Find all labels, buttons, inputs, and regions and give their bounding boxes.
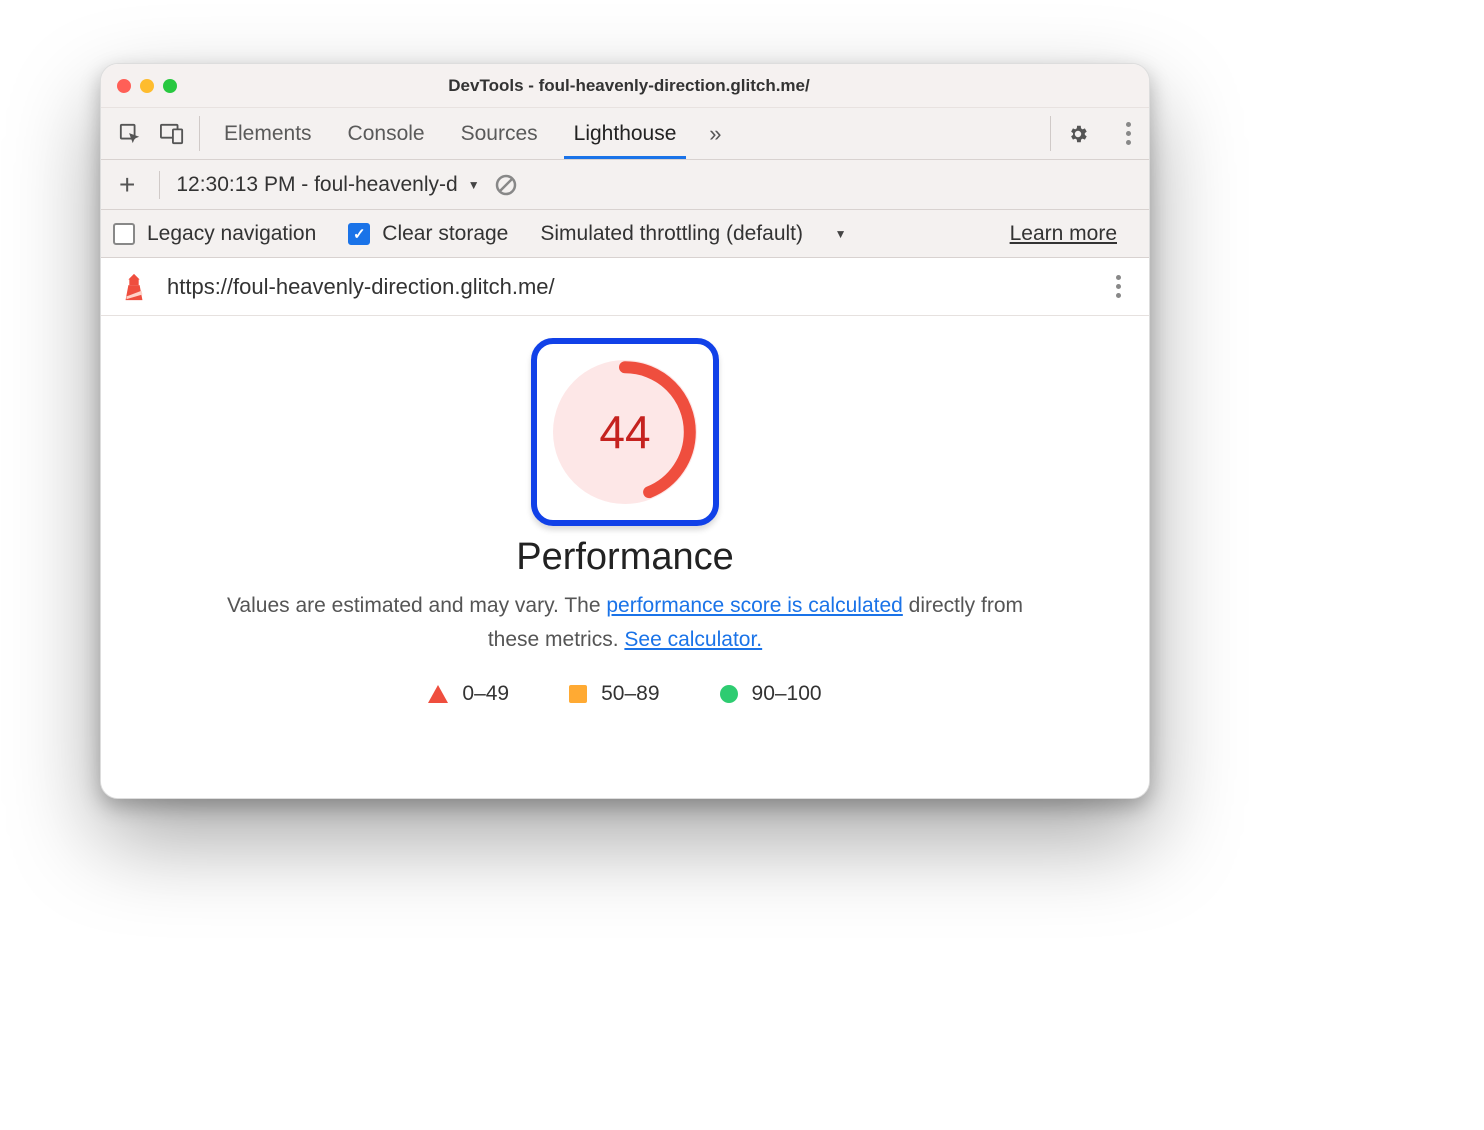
divider [159,171,160,199]
divider [1050,116,1051,151]
triangle-icon [428,685,448,703]
legacy-navigation-label: Legacy navigation [147,222,316,246]
tab-elements[interactable]: Elements [206,108,330,159]
square-icon [569,685,587,703]
legend-fail: 0–49 [428,682,509,706]
divider [199,116,200,151]
panel-tabbar: Elements Console Sources Lighthouse » [101,108,1149,160]
tab-console[interactable]: Console [330,108,443,159]
score-gauge-highlight: 44 [531,338,719,526]
report-selector-label: 12:30:13 PM - foul-heavenly-d [176,173,457,197]
legend-label: 0–49 [462,682,509,706]
clear-all-icon[interactable] [494,173,518,197]
legend-average: 50–89 [569,682,659,706]
inspect-element-icon[interactable] [109,108,151,159]
window-title: DevTools - foul-heavenly-direction.glitc… [125,76,1133,96]
score-calculated-link[interactable]: performance score is calculated [606,594,902,617]
circle-icon [720,685,738,703]
score-legend: 0–49 50–89 90–100 [428,682,821,706]
tab-label: Elements [224,122,312,146]
legend-pass: 90–100 [720,682,822,706]
chevron-down-icon: ▼ [468,178,480,192]
desc-text: Values are estimated and may vary. The [227,594,606,617]
lighthouse-icon [119,272,149,302]
report-selector-dropdown[interactable]: 12:30:13 PM - foul-heavenly-d ▼ [176,173,479,197]
performance-description: Values are estimated and may vary. The p… [215,589,1035,656]
report-header: https://foul-heavenly-direction.glitch.m… [101,258,1149,316]
tab-label: Lighthouse [574,122,677,146]
lighthouse-toolbar: + 12:30:13 PM - foul-heavenly-d ▼ [101,160,1149,210]
lighthouse-report: 44 Performance Values are estimated and … [101,316,1149,798]
tab-lighthouse[interactable]: Lighthouse [556,108,695,159]
more-tabs-icon[interactable]: » [694,108,736,159]
legend-label: 90–100 [752,682,822,706]
clear-storage-label: Clear storage [382,222,508,246]
performance-title: Performance [516,536,734,579]
see-calculator-link[interactable]: See calculator. [624,628,762,651]
performance-gauge[interactable]: 44 [553,360,697,504]
kebab-menu-icon[interactable] [1099,108,1141,159]
tab-sources[interactable]: Sources [443,108,556,159]
learn-more-link[interactable]: Learn more [1010,222,1117,246]
titlebar: DevTools - foul-heavenly-direction.glitc… [101,64,1149,108]
legend-label: 50–89 [601,682,659,706]
clear-storage-checkbox[interactable]: ✓ [348,223,370,245]
tab-label: Console [348,122,425,146]
report-url: https://foul-heavenly-direction.glitch.m… [167,274,555,300]
devtools-window: DevTools - foul-heavenly-direction.glitc… [100,63,1150,799]
chevron-down-icon: ▼ [835,227,847,241]
new-report-button[interactable]: + [111,169,143,201]
lighthouse-settings-bar: Legacy navigation ✓ Clear storage Simula… [101,210,1149,258]
throttling-label: Simulated throttling (default) [540,222,803,246]
tab-label: Sources [461,122,538,146]
report-menu-icon[interactable] [1106,267,1131,306]
throttling-dropdown[interactable]: Simulated throttling (default) ▼ [540,222,846,246]
legacy-navigation-checkbox[interactable] [113,223,135,245]
settings-icon[interactable] [1057,108,1099,159]
performance-score: 44 [553,360,697,504]
device-toolbar-icon[interactable] [151,108,193,159]
